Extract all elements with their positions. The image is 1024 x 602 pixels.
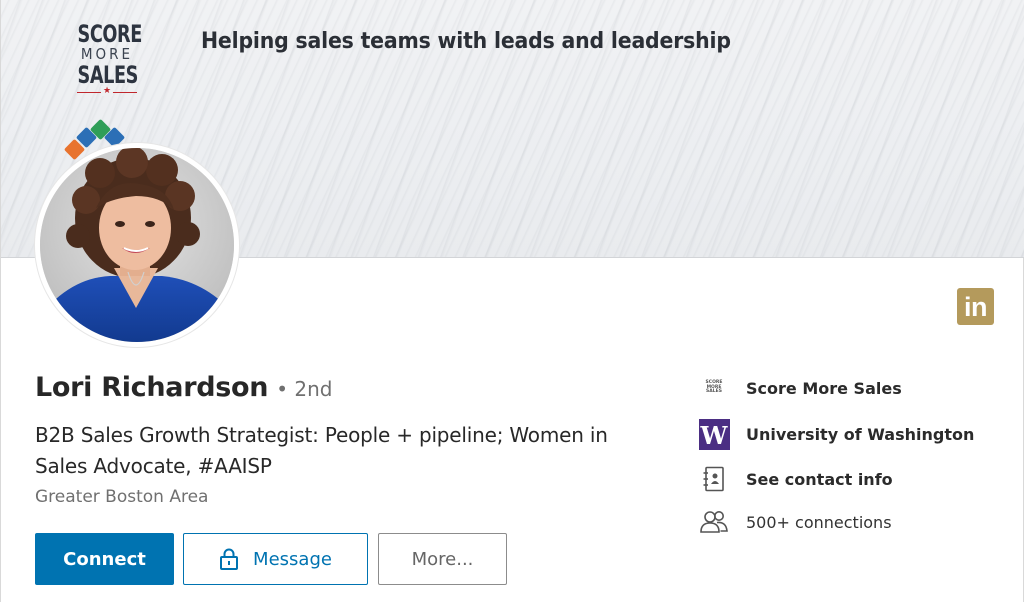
more-actions-button[interactable]: More... [378,533,507,585]
profile-photo[interactable] [35,143,239,347]
message-button[interactable]: Message [183,533,368,585]
contact-info-link[interactable]: See contact info [698,463,893,495]
star-icon: ★ [100,86,114,96]
score-more-sales-logo: SCORE MORE SALES ★ [71,22,143,96]
contact-info-label: See contact info [746,469,893,489]
logo-rule: ★ [71,86,143,96]
profile-headline: B2B Sales Growth Strategist: People + pi… [35,423,608,478]
connect-button[interactable]: Connect [35,533,174,585]
message-button-label: Message [253,548,332,570]
banner-tagline: Helping sales teams with leads and leade… [201,29,731,54]
company-logo-icon: SCORE MORE SALES [705,380,723,395]
education-link[interactable]: W University of Washington [698,418,974,450]
connect-button-label: Connect [63,548,146,570]
more-button-label: More... [411,548,474,570]
current-company-link[interactable]: SCORE MORE SALES Score More Sales [698,372,902,404]
linkedin-premium-badge[interactable]: in [957,288,994,325]
connections-link[interactable]: 500+ connections [698,506,892,538]
portrait-image [40,148,234,342]
school-logo-icon: W [698,418,730,450]
company-name: Score More Sales [746,378,902,398]
profile-card: SCORE MORE SALES ★ Helping sales teams w… [0,0,1024,602]
people-icon [698,506,730,538]
connections-count: 500+ connections [746,512,892,532]
profile-location: Greater Boston Area [35,487,209,507]
contact-card-icon [698,463,730,495]
profile-name: Lori Richardson [35,372,269,403]
school-name: University of Washington [746,424,975,444]
name-row: Lori Richardson • 2nd [35,372,332,403]
lock-icon [220,548,239,570]
connection-degree: • 2nd [276,377,333,401]
